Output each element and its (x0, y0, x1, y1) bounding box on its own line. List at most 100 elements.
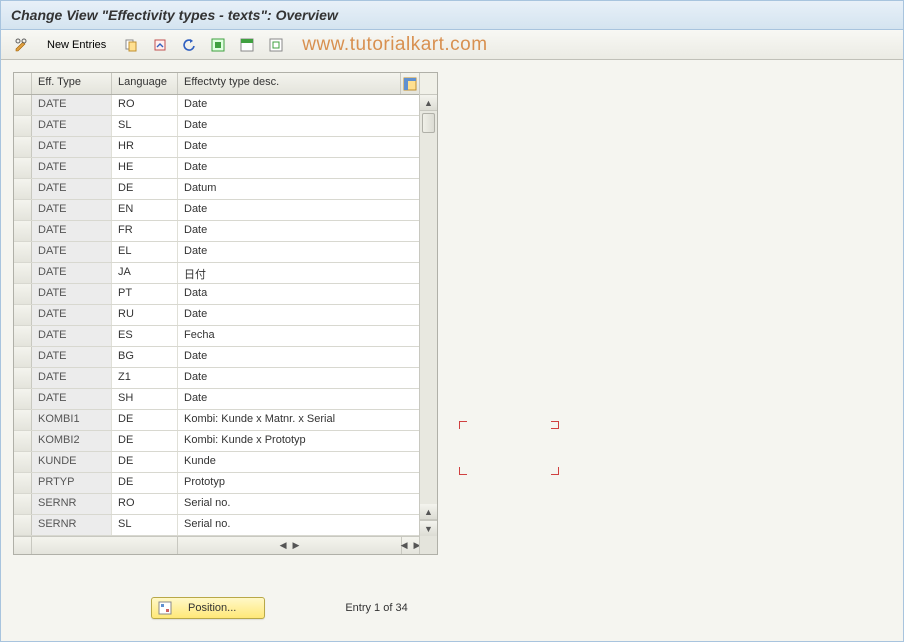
row-selector[interactable] (14, 515, 32, 535)
position-button[interactable]: Position... (151, 597, 265, 619)
row-selector[interactable] (14, 452, 32, 472)
vscroll-thumb[interactable] (422, 113, 435, 133)
row-selector[interactable] (14, 410, 32, 430)
row-selector[interactable] (14, 263, 32, 283)
table-row[interactable]: DATEENDate (14, 200, 419, 221)
row-selector[interactable] (14, 137, 32, 157)
cell-language[interactable]: Z1 (112, 368, 178, 388)
row-selector[interactable] (14, 200, 32, 220)
cell-language[interactable]: DE (112, 452, 178, 472)
cell-language[interactable]: EL (112, 242, 178, 262)
table-row[interactable]: DATEJA日付 (14, 263, 419, 284)
row-selector[interactable] (14, 389, 32, 409)
copy-as-button[interactable] (118, 34, 144, 56)
cell-desc[interactable]: Fecha (178, 326, 419, 346)
cell-language[interactable]: FR (112, 221, 178, 241)
cell-language[interactable]: SL (112, 515, 178, 535)
cell-desc[interactable]: Date (178, 242, 419, 262)
cell-desc[interactable]: Data (178, 284, 419, 304)
delete-button[interactable] (147, 34, 173, 56)
table-row[interactable]: DATEHEDate (14, 158, 419, 179)
table-row[interactable]: DATESLDate (14, 116, 419, 137)
cell-desc[interactable]: Serial no. (178, 494, 419, 514)
cell-desc[interactable]: Kunde (178, 452, 419, 472)
row-selector[interactable] (14, 116, 32, 136)
table-row[interactable]: DATEHRDate (14, 137, 419, 158)
row-selector[interactable] (14, 347, 32, 367)
cell-language[interactable]: RU (112, 305, 178, 325)
cell-desc[interactable]: Date (178, 158, 419, 178)
row-selector[interactable] (14, 95, 32, 115)
table-row[interactable]: PRTYPDEPrototyp (14, 473, 419, 494)
cell-desc[interactable]: Kombi: Kunde x Matnr. x Serial (178, 410, 419, 430)
cell-language[interactable]: DE (112, 473, 178, 493)
row-selector[interactable] (14, 305, 32, 325)
cell-desc[interactable]: Date (178, 305, 419, 325)
cell-desc[interactable]: Datum (178, 179, 419, 199)
vscroll-up-button[interactable]: ▲ (420, 95, 437, 111)
cell-language[interactable]: JA (112, 263, 178, 283)
hscroll2-left-button[interactable]: ◀ (399, 540, 410, 551)
table-row[interactable]: DATESHDate (14, 389, 419, 410)
cell-desc[interactable]: Date (178, 200, 419, 220)
cell-desc[interactable]: 日付 (178, 263, 419, 283)
cell-language[interactable]: SH (112, 389, 178, 409)
row-selector[interactable] (14, 284, 32, 304)
column-header-desc[interactable]: Effectvty type desc. (178, 73, 401, 94)
vscroll-track[interactable] (420, 111, 437, 504)
toggle-change-button[interactable] (9, 34, 35, 56)
row-selector[interactable] (14, 473, 32, 493)
undo-button[interactable] (176, 34, 202, 56)
cell-language[interactable]: RO (112, 494, 178, 514)
table-row[interactable]: KOMBI1DEKombi: Kunde x Matnr. x Serial (14, 410, 419, 431)
table-row[interactable]: DATEZ1Date (14, 368, 419, 389)
cell-language[interactable]: BG (112, 347, 178, 367)
cell-desc[interactable]: Date (178, 347, 419, 367)
row-selector[interactable] (14, 494, 32, 514)
table-row[interactable]: KUNDEDEKunde (14, 452, 419, 473)
cell-language[interactable]: DE (112, 179, 178, 199)
table-row[interactable]: DATEESFecha (14, 326, 419, 347)
vscroll-up2-button[interactable]: ▲ (420, 504, 437, 520)
cell-desc[interactable]: Date (178, 137, 419, 157)
row-selector[interactable] (14, 221, 32, 241)
cell-language[interactable]: ES (112, 326, 178, 346)
cell-desc[interactable]: Date (178, 116, 419, 136)
configure-columns-button[interactable] (401, 73, 419, 94)
cell-desc[interactable]: Date (178, 95, 419, 115)
table-row[interactable]: DATEDEDatum (14, 179, 419, 200)
cell-desc[interactable]: Date (178, 221, 419, 241)
column-header-eff-type[interactable]: Eff. Type (32, 73, 112, 94)
hscroll-left-button[interactable]: ◀ (278, 540, 289, 551)
cell-desc[interactable]: Date (178, 368, 419, 388)
table-row[interactable]: DATEELDate (14, 242, 419, 263)
select-all-button[interactable] (205, 34, 231, 56)
row-selector[interactable] (14, 431, 32, 451)
table-row[interactable]: DATEBGDate (14, 347, 419, 368)
cell-language[interactable]: PT (112, 284, 178, 304)
new-entries-button[interactable]: New Entries (38, 34, 115, 56)
cell-desc[interactable]: Kombi: Kunde x Prototyp (178, 431, 419, 451)
cell-desc[interactable]: Date (178, 389, 419, 409)
cell-language[interactable]: SL (112, 116, 178, 136)
cell-language[interactable]: HR (112, 137, 178, 157)
cell-language[interactable]: DE (112, 410, 178, 430)
table-row[interactable]: SERNRROSerial no. (14, 494, 419, 515)
cell-desc[interactable]: Prototyp (178, 473, 419, 493)
row-selector[interactable] (14, 158, 32, 178)
table-row[interactable]: DATERODate (14, 95, 419, 116)
row-selector[interactable] (14, 179, 32, 199)
table-row[interactable]: DATERUDate (14, 305, 419, 326)
row-selector[interactable] (14, 326, 32, 346)
table-row[interactable]: KOMBI2DEKombi: Kunde x Prototyp (14, 431, 419, 452)
select-block-button[interactable] (234, 34, 260, 56)
cell-language[interactable]: RO (112, 95, 178, 115)
table-row[interactable]: DATEFRDate (14, 221, 419, 242)
cell-language[interactable]: EN (112, 200, 178, 220)
select-column-header[interactable] (14, 73, 32, 94)
table-row[interactable]: DATEPTData (14, 284, 419, 305)
cell-language[interactable]: HE (112, 158, 178, 178)
row-selector[interactable] (14, 242, 32, 262)
deselect-all-button[interactable] (263, 34, 289, 56)
hscroll-right-button[interactable]: ▶ (291, 540, 302, 551)
